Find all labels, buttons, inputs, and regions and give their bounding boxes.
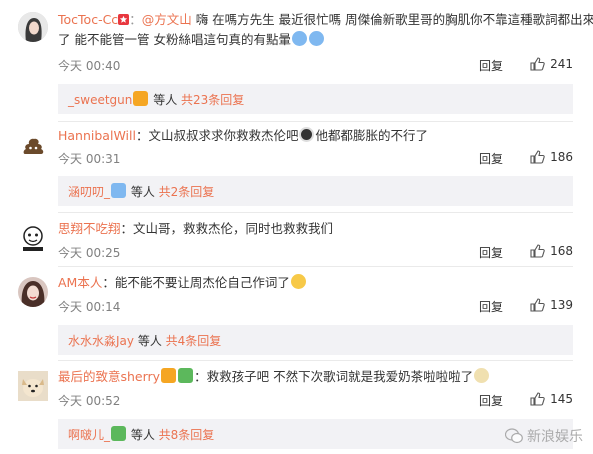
emoji-icon xyxy=(308,31,324,46)
mention-link[interactable]: @方文山 xyxy=(142,12,192,27)
sub-reply-count[interactable]: 共4条回复 xyxy=(166,334,222,348)
comment-username[interactable]: AM本人 xyxy=(58,275,102,290)
comment-text: 最后的致意sherry ：救救孩子吧 不然下次歌词就是我爱奶茶啦啦啦了 xyxy=(58,367,573,387)
sub-reply-count[interactable]: 共8条回复 xyxy=(159,428,215,442)
avatar[interactable] xyxy=(18,130,48,160)
like-button[interactable]: 186 xyxy=(530,150,573,164)
comment-body: ：文山哥，救救杰伦，同时也救救我们 xyxy=(120,221,334,236)
comment-item: AM本人：能不能不要让周杰伦自己作词了 今天 00:14 回复 139 水水水淼… xyxy=(0,267,593,357)
comment-time: 今天 00:52 xyxy=(58,394,121,408)
avatar[interactable] xyxy=(18,277,48,307)
comment-text: 思翔不吃翔：文山哥，救救杰伦，同时也救救我们 xyxy=(58,219,573,239)
comment-body: 嗨 在嗎方先生 最近很忙嗎 周傑倫新歌里哥的胸肌你不靠這種歌詞都出來 xyxy=(191,12,593,27)
sub-reply-count[interactable]: 共23条回复 xyxy=(181,93,244,107)
comment-meta: 今天 00:14 回复 139 xyxy=(58,298,573,316)
comment-text: AM本人：能不能不要让周杰伦自己作词了 xyxy=(58,273,573,293)
comment-meta: 今天 00:31 回复 186 xyxy=(58,150,573,168)
thumbs-up-icon xyxy=(530,244,545,258)
avatar[interactable] xyxy=(18,223,48,253)
comment-username[interactable]: TocToc-Cc xyxy=(58,12,118,27)
crying-emoji-icon xyxy=(299,127,315,142)
sub-reply-user[interactable]: 水水水淼Jay xyxy=(68,334,134,348)
like-count: 168 xyxy=(550,244,573,258)
comment-username[interactable]: HannibalWill xyxy=(58,128,136,143)
comment-text: HannibalWill：文山叔叔求求你救救杰伦吧 他都都膨胀的不行了 xyxy=(58,126,573,146)
like-count: 241 xyxy=(550,57,573,71)
sub-reply-count[interactable]: 共2条回复 xyxy=(159,185,215,199)
reply-button[interactable]: 回复 xyxy=(479,57,503,74)
like-button[interactable]: 139 xyxy=(530,298,573,312)
reply-button[interactable]: 回复 xyxy=(479,298,503,315)
comment-username[interactable]: 思翔不吃翔 xyxy=(58,221,121,236)
sub-reply-user[interactable]: _sweetgun xyxy=(68,93,132,107)
sub-reply-box[interactable]: _sweetgun 等人 共23条回复 xyxy=(58,84,573,114)
avatar[interactable] xyxy=(18,371,48,401)
like-count: 145 xyxy=(550,392,573,406)
comment-text: TocToc-Cc ：@方文山 嗨 在嗎方先生 最近很忙嗎 周傑倫新歌里哥的胸肌你… xyxy=(58,10,593,30)
like-button[interactable]: 241 xyxy=(530,57,573,71)
comment-item: 思翔不吃翔：文山哥，救救杰伦，同时也救救我们 今天 00:25 回复 168 xyxy=(0,213,593,263)
wechat-icon xyxy=(505,428,523,444)
laughing-emoji-icon xyxy=(290,274,306,289)
like-button[interactable]: 145 xyxy=(530,392,573,406)
like-count: 186 xyxy=(550,150,573,164)
comment-body-cont: 他都都膨胀的不行了 xyxy=(315,128,428,143)
watermark-text: 新浪娱乐 xyxy=(527,429,583,445)
comment-time: 今天 00:31 xyxy=(58,152,121,166)
vip-star-icon xyxy=(118,14,130,25)
thumbs-up-icon xyxy=(530,298,545,312)
comment-meta: 今天 00:40 回复 241 xyxy=(58,57,573,75)
vip-badge-icon xyxy=(133,91,149,106)
vip-badge-icon xyxy=(161,368,177,383)
comment-text-line2: 了 能不能管一管 女粉絲唱這句真的有點暈 xyxy=(58,30,573,50)
reply-button[interactable]: 回复 xyxy=(479,392,503,409)
thumbs-up-icon xyxy=(530,392,545,406)
comment-username[interactable]: 最后的致意sherry xyxy=(58,369,160,384)
sub-reply-user[interactable]: 啊啵儿_ xyxy=(68,428,110,442)
vip-badge-icon xyxy=(111,183,127,198)
sub-reply-box[interactable]: 涵叨叨_ 等人 共2条回复 xyxy=(58,176,573,206)
green-badge-icon xyxy=(178,368,194,383)
comment-body: ：文山叔叔求求你救救杰伦吧 xyxy=(135,128,299,143)
watermark: 新浪娱乐 xyxy=(505,426,583,446)
comment-time: 今天 00:40 xyxy=(58,59,121,73)
comment-meta: 今天 00:52 回复 145 xyxy=(58,392,573,410)
comment-body: ：能不能不要让周杰伦自己作词了 xyxy=(102,275,290,290)
green-badge-icon xyxy=(111,426,127,441)
comment-body: ：救救孩子吧 不然下次歌词就是我爱奶茶啦啦啦了 xyxy=(194,369,474,384)
comment-item: HannibalWill：文山叔叔求求你救救杰伦吧 他都都膨胀的不行了 今天 00… xyxy=(0,122,593,208)
sub-reply-user[interactable]: 涵叨叨_ xyxy=(68,185,110,199)
thumbs-up-icon xyxy=(530,150,545,164)
teddy-emoji-icon xyxy=(474,368,490,383)
comment-time: 今天 00:25 xyxy=(58,246,121,260)
like-button[interactable]: 168 xyxy=(530,244,573,258)
thumbs-up-icon xyxy=(530,57,545,71)
avatar[interactable] xyxy=(18,12,48,42)
reply-button[interactable]: 回复 xyxy=(479,150,503,167)
comment-meta: 今天 00:25 回复 168 xyxy=(58,244,573,262)
like-count: 139 xyxy=(550,298,573,312)
comment-item: TocToc-Cc ：@方文山 嗨 在嗎方先生 最近很忙嗎 周傑倫新歌里哥的胸肌你… xyxy=(0,0,593,116)
emoji-icon xyxy=(291,31,307,46)
reply-button[interactable]: 回复 xyxy=(479,244,503,261)
comment-time: 今天 00:14 xyxy=(58,300,121,314)
sub-reply-box[interactable]: 啊啵儿_ 等人 共8条回复 xyxy=(58,419,573,449)
sub-reply-box[interactable]: 水水水淼Jay 等人 共4条回复 xyxy=(58,325,573,355)
